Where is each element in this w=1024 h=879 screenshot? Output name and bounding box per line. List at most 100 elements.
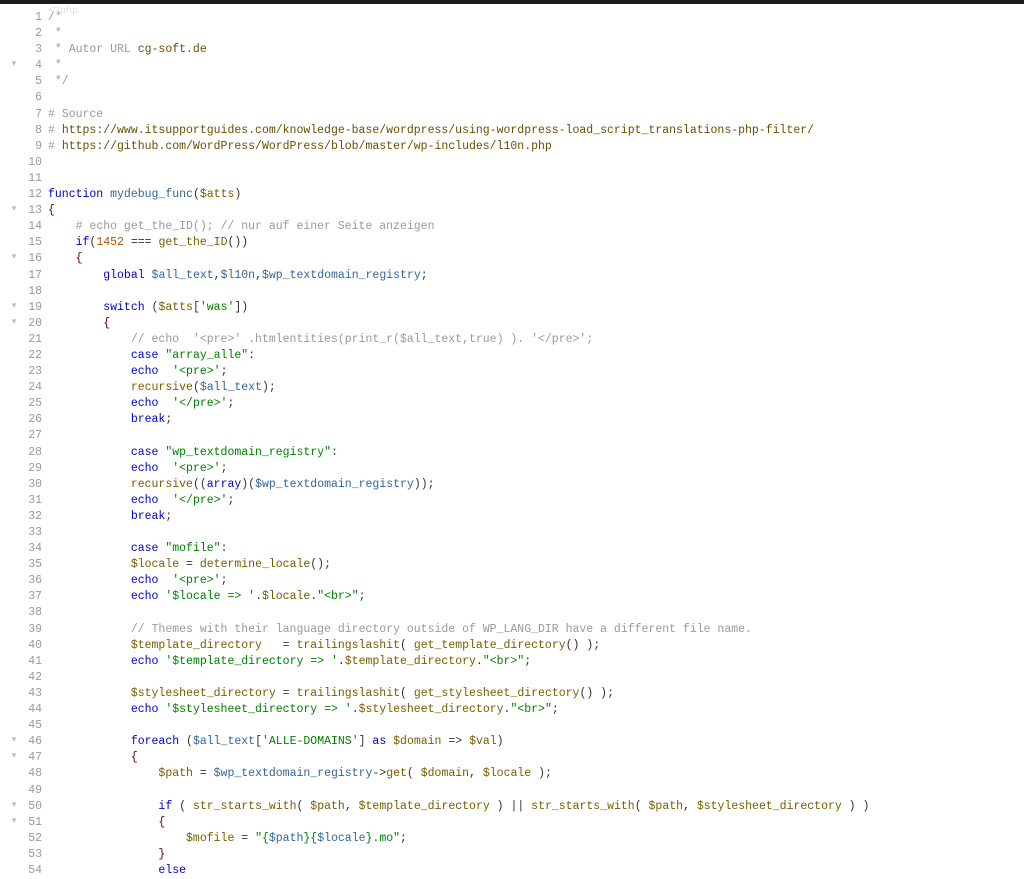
fold-marker[interactable]	[8, 493, 20, 509]
fold-marker[interactable]	[8, 831, 20, 847]
fold-marker[interactable]: ▾	[8, 815, 20, 831]
fold-marker[interactable]: ▾	[8, 750, 20, 766]
code-line[interactable]: switch ($atts['was'])	[48, 300, 1024, 316]
fold-marker[interactable]	[8, 332, 20, 348]
fold-marker[interactable]	[8, 10, 20, 26]
code-line[interactable]	[48, 284, 1024, 300]
code-line[interactable]: *	[48, 26, 1024, 42]
fold-marker[interactable]	[8, 139, 20, 155]
code-line[interactable]: * Autor URL cg-soft.de	[48, 42, 1024, 58]
code-line[interactable]: }	[48, 847, 1024, 863]
code-line[interactable]: {	[48, 251, 1024, 267]
fold-marker[interactable]	[8, 74, 20, 90]
fold-marker[interactable]	[8, 348, 20, 364]
fold-column[interactable]: ▾▾▾▾▾▾▾▾▾	[8, 0, 20, 879]
fold-marker[interactable]	[8, 219, 20, 235]
fold-marker[interactable]	[8, 380, 20, 396]
fold-marker[interactable]	[8, 686, 20, 702]
fold-marker[interactable]	[8, 445, 20, 461]
fold-marker[interactable]	[8, 396, 20, 412]
fold-marker[interactable]	[8, 412, 20, 428]
code-editor[interactable]: ▾▾▾▾▾▾▾▾▾ 123456789101112131415161718192…	[0, 0, 1024, 879]
fold-marker[interactable]	[8, 557, 20, 573]
fold-marker[interactable]	[8, 638, 20, 654]
code-line[interactable]: case "mofile":	[48, 541, 1024, 557]
code-line[interactable]: */	[48, 74, 1024, 90]
code-line[interactable]: *	[48, 58, 1024, 74]
code-line[interactable]: $template_directory = trailingslashit( g…	[48, 638, 1024, 654]
code-line[interactable]: {	[48, 203, 1024, 219]
fold-marker[interactable]	[8, 107, 20, 123]
code-line[interactable]	[48, 718, 1024, 734]
code-line[interactable]: echo '$stylesheet_directory => '.$styles…	[48, 702, 1024, 718]
fold-marker[interactable]	[8, 187, 20, 203]
code-line[interactable]: echo '<pre>';	[48, 461, 1024, 477]
code-line[interactable]: $mofile = "{$path}{$locale}.mo";	[48, 831, 1024, 847]
code-line[interactable]: break;	[48, 509, 1024, 525]
fold-marker[interactable]	[8, 235, 20, 251]
fold-marker[interactable]	[8, 123, 20, 139]
code-line[interactable]: {	[48, 815, 1024, 831]
fold-marker[interactable]	[8, 766, 20, 782]
code-line[interactable]: # echo get_the_ID(); // nur auf einer Se…	[48, 219, 1024, 235]
code-line[interactable]: if ( str_starts_with( $path, $template_d…	[48, 799, 1024, 815]
code-line[interactable]	[48, 605, 1024, 621]
code-line[interactable]: $stylesheet_directory = trailingslashit(…	[48, 686, 1024, 702]
fold-marker[interactable]	[8, 364, 20, 380]
code-line[interactable]	[48, 670, 1024, 686]
fold-marker[interactable]	[8, 26, 20, 42]
code-line[interactable]: echo '</pre>';	[48, 396, 1024, 412]
fold-marker[interactable]	[8, 622, 20, 638]
code-line[interactable]: function mydebug_func($atts)	[48, 187, 1024, 203]
code-line[interactable]	[48, 155, 1024, 171]
fold-marker[interactable]	[8, 268, 20, 284]
code-line[interactable]: /*	[48, 10, 1024, 26]
code-line[interactable]: recursive((array)($wp_textdomain_registr…	[48, 477, 1024, 493]
code-line[interactable]: recursive($all_text);	[48, 380, 1024, 396]
fold-marker[interactable]	[8, 605, 20, 621]
code-line[interactable]: echo '$locale => '.$locale."<br>";	[48, 589, 1024, 605]
fold-marker[interactable]	[8, 863, 20, 879]
code-line[interactable]	[48, 428, 1024, 444]
code-line[interactable]	[48, 525, 1024, 541]
code-line[interactable]: # Source	[48, 107, 1024, 123]
fold-marker[interactable]	[8, 525, 20, 541]
code-line[interactable]: echo '<pre>';	[48, 364, 1024, 380]
fold-marker[interactable]	[8, 573, 20, 589]
code-line[interactable]: break;	[48, 412, 1024, 428]
code-line[interactable]	[48, 90, 1024, 106]
fold-marker[interactable]	[8, 171, 20, 187]
fold-marker[interactable]	[8, 670, 20, 686]
fold-marker[interactable]	[8, 847, 20, 863]
code-line[interactable]	[48, 783, 1024, 799]
code-line[interactable]: else	[48, 863, 1024, 879]
fold-marker[interactable]	[8, 702, 20, 718]
fold-marker[interactable]	[8, 718, 20, 734]
fold-marker[interactable]	[8, 509, 20, 525]
fold-marker[interactable]	[8, 589, 20, 605]
code-area[interactable]: /* * * Autor URL cg-soft.de * */ # Sourc…	[48, 0, 1024, 879]
code-line[interactable]: if(1452 === get_the_ID())	[48, 235, 1024, 251]
fold-marker[interactable]	[8, 42, 20, 58]
code-line[interactable]: // echo '<pre>' .htmlentities(print_r($a…	[48, 332, 1024, 348]
fold-marker[interactable]	[8, 783, 20, 799]
code-line[interactable]: // Themes with their language directory …	[48, 622, 1024, 638]
code-line[interactable]: echo '<pre>';	[48, 573, 1024, 589]
code-line[interactable]: # https://www.itsupportguides.com/knowle…	[48, 123, 1024, 139]
code-line[interactable]: echo '</pre>';	[48, 493, 1024, 509]
fold-marker[interactable]: ▾	[8, 316, 20, 332]
fold-marker[interactable]: ▾	[8, 734, 20, 750]
fold-marker[interactable]: ▾	[8, 58, 20, 74]
code-line[interactable]: $path = $wp_textdomain_registry->get( $d…	[48, 766, 1024, 782]
code-line[interactable]: global $all_text,$l10n,$wp_textdomain_re…	[48, 268, 1024, 284]
fold-marker[interactable]	[8, 284, 20, 300]
fold-marker[interactable]: ▾	[8, 251, 20, 267]
fold-marker[interactable]	[8, 428, 20, 444]
code-line[interactable]: {	[48, 316, 1024, 332]
code-line[interactable]: # https://github.com/WordPress/WordPress…	[48, 139, 1024, 155]
code-line[interactable]: case "wp_textdomain_registry":	[48, 445, 1024, 461]
code-line[interactable]	[48, 171, 1024, 187]
fold-marker[interactable]	[8, 461, 20, 477]
code-line[interactable]: echo '$template_directory => '.$template…	[48, 654, 1024, 670]
fold-marker[interactable]	[8, 654, 20, 670]
